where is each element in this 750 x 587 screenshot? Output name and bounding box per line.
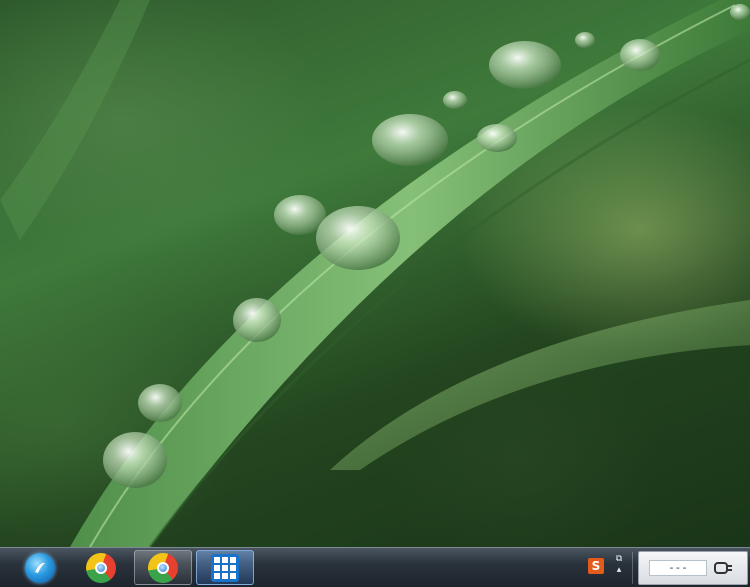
grass-blade-image <box>0 0 750 547</box>
tray-divider <box>632 552 633 584</box>
taskbar-item-browser-open[interactable] <box>134 550 192 585</box>
clock-text: --- <box>649 560 707 576</box>
taskbar-item-browser-pinned[interactable] <box>72 550 130 585</box>
start-button[interactable] <box>12 550 68 585</box>
power-plug-icon[interactable] <box>711 559 735 577</box>
start-orb-icon <box>25 552 55 583</box>
taskbar: S ⧉ ▴ --- <box>0 547 750 587</box>
app-tiles-icon <box>211 553 239 582</box>
browser-icon <box>148 552 178 583</box>
desktop-wallpaper <box>0 0 750 547</box>
browser-icon <box>86 552 116 583</box>
taskbar-item-app-open[interactable] <box>196 550 254 585</box>
tray-expand-icon[interactable]: ⧉ ▴ <box>612 554 626 580</box>
tray-clock-panel[interactable]: --- <box>638 551 748 585</box>
ime-sogou-icon[interactable]: S <box>588 558 604 574</box>
